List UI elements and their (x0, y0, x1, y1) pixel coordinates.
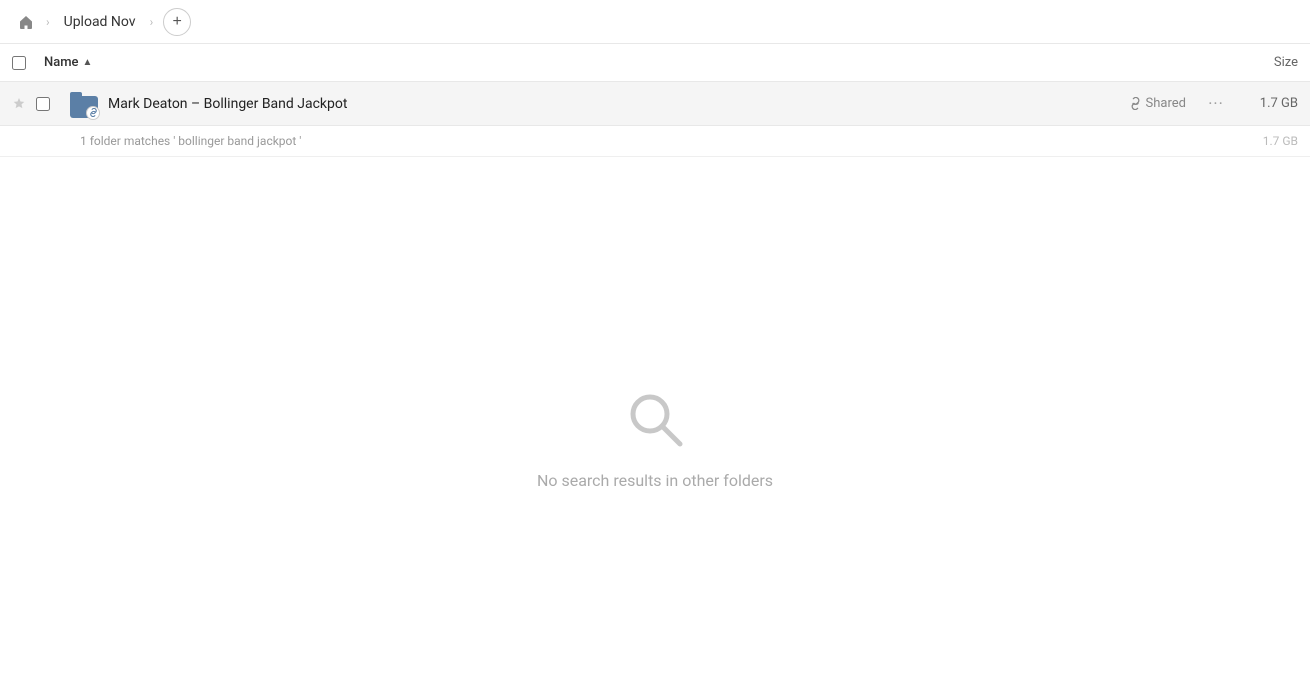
link-icon (89, 108, 98, 117)
add-button-label: + (173, 13, 182, 31)
file-list-row[interactable]: Mark Deaton – Bollinger Band Jackpot Sha… (0, 82, 1310, 126)
star-icon (12, 97, 26, 111)
size-column-label: Size (1274, 55, 1298, 70)
file-size-label: 1.7 GB (1238, 96, 1298, 111)
topbar: › Upload Nov › + (0, 0, 1310, 44)
home-icon (18, 14, 34, 30)
sort-arrow-icon: ▲ (83, 57, 93, 68)
breadcrumb-separator-1: › (46, 15, 50, 29)
breadcrumb-folder[interactable]: Upload Nov (56, 10, 144, 34)
name-column-header[interactable]: Name ▲ (44, 55, 92, 70)
empty-state-message: No search results in other folders (537, 471, 773, 490)
no-results-icon (623, 387, 687, 451)
row-checkbox-wrapper[interactable] (36, 97, 60, 111)
match-info-text: 1 folder matches ' bollinger band jackpo… (80, 134, 301, 148)
add-button[interactable]: + (163, 8, 191, 36)
shared-badge: Shared (1129, 96, 1186, 111)
select-all-checkbox[interactable] (12, 56, 26, 70)
breadcrumb-separator-2: › (150, 15, 154, 29)
home-breadcrumb[interactable] (12, 8, 40, 36)
file-name-label: Mark Deaton – Bollinger Band Jackpot (108, 96, 1129, 112)
header-checkbox-wrapper[interactable] (12, 56, 36, 70)
content-area: Name ▲ Size Mark Deaton – Bolli (0, 44, 1310, 700)
more-dots-icon: ··· (1208, 94, 1224, 113)
size-column-header: Size (1274, 55, 1298, 70)
row-checkbox[interactable] (36, 97, 50, 111)
column-header: Name ▲ Size (0, 44, 1310, 82)
star-button[interactable] (12, 97, 36, 111)
more-options-button[interactable]: ··· (1202, 90, 1230, 118)
shared-label: Shared (1146, 96, 1186, 111)
name-column-label: Name (44, 55, 79, 70)
link-badge-icon (86, 106, 100, 120)
link-shared-icon (1129, 97, 1142, 110)
empty-search-icon (623, 387, 687, 455)
folder-icon (68, 88, 100, 120)
empty-state: No search results in other folders (0, 157, 1310, 700)
match-info-size: 1.7 GB (1263, 134, 1298, 148)
breadcrumb-folder-label: Upload Nov (64, 14, 136, 30)
match-info-row: 1 folder matches ' bollinger band jackpo… (0, 126, 1310, 157)
